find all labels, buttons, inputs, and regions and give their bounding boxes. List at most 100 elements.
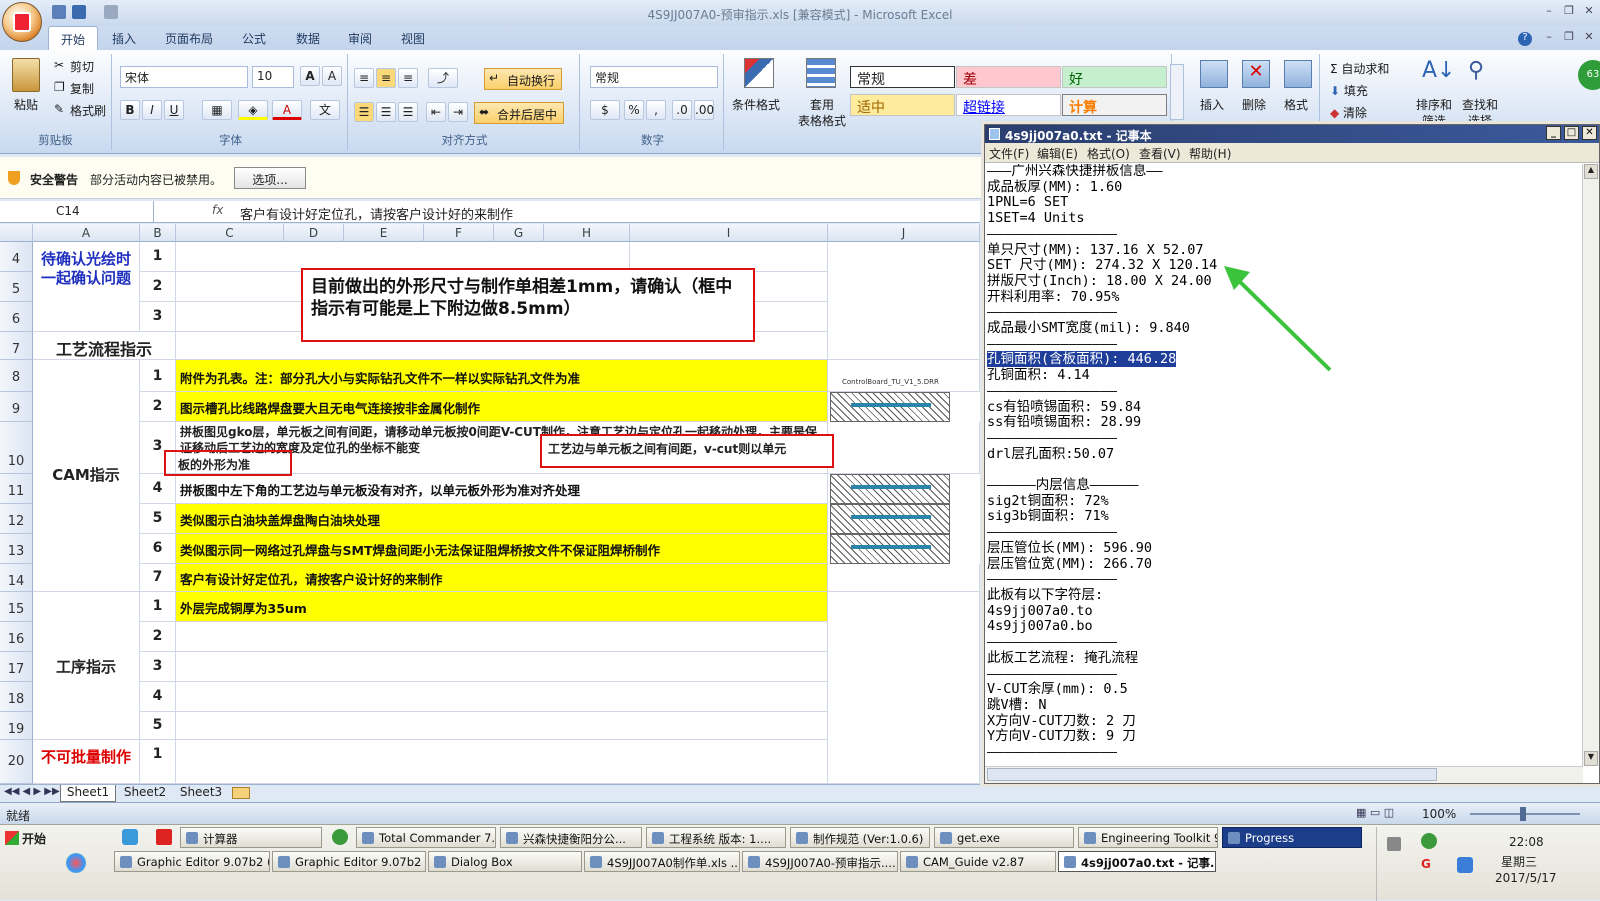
sheet-nav-arrows-icon[interactable]: ◀◀ ◀ ▶ ▶▶: [4, 786, 60, 797]
tab-page-layout[interactable]: 页面布局: [157, 30, 221, 47]
sheet-tab-2[interactable]: Sheet2: [118, 785, 172, 801]
ie-icon[interactable]: [332, 829, 348, 845]
office-button[interactable]: [2, 2, 42, 42]
task-total-commander[interactable]: Total Commander 7.0...: [356, 827, 496, 848]
currency-icon[interactable]: $: [590, 100, 620, 120]
task-graphic-editor-2[interactable]: Graphic Editor 9.07b2 (0...: [272, 851, 426, 872]
attachment-thumbnail[interactable]: [830, 534, 950, 564]
row-header-9[interactable]: 9: [0, 392, 33, 422]
empty-cell[interactable]: [176, 682, 828, 712]
scroll-up-icon[interactable]: ▲: [1584, 164, 1598, 179]
tab-data[interactable]: 数据: [288, 30, 328, 47]
cam-item[interactable]: 类似图示同一网络过孔焊盘与SMT焊盘间距小无法保证阻焊桥按文件不保证阻焊桥制作: [176, 534, 828, 564]
align-center-icon[interactable]: ☰: [376, 102, 396, 122]
quicklaunch-icon[interactable]: [122, 829, 138, 845]
task-excel-make[interactable]: 4S9JJ007A0制作单.xls ...: [584, 851, 740, 872]
close-icon[interactable]: ✕: [1580, 4, 1598, 18]
increase-decimal-icon[interactable]: .0: [672, 100, 692, 120]
task-xingsen[interactable]: 兴森快捷衡阳分公...: [500, 827, 642, 848]
col-header-h[interactable]: H: [544, 224, 630, 242]
attachment-thumbnail[interactable]: [830, 392, 950, 422]
tab-home[interactable]: 开始: [48, 26, 99, 50]
comma-button[interactable]: ,: [646, 100, 666, 120]
font-size-select[interactable]: 10: [252, 66, 294, 88]
num-cell[interactable]: 3: [140, 302, 176, 332]
task-spec[interactable]: 制作规范 (Ver:1.0.6): [790, 827, 930, 848]
row-header-5[interactable]: 5: [0, 272, 33, 302]
note-box[interactable]: 工艺边与单元板之间有间距，v-cut则以单元: [540, 434, 834, 468]
table-format-label-2[interactable]: 表格格式: [798, 112, 846, 129]
np-menu-view[interactable]: 查看(V): [1139, 145, 1181, 162]
keyboard-icon[interactable]: [1387, 837, 1401, 851]
row-header-10[interactable]: 10: [0, 422, 33, 474]
np-minimize-icon[interactable]: _: [1546, 126, 1561, 140]
tab-formulas[interactable]: 公式: [234, 30, 274, 47]
tab-view[interactable]: 视图: [393, 30, 433, 47]
task-excel-review[interactable]: 4S9JJ007A0-预审指示....: [742, 851, 898, 872]
row-header-7[interactable]: 7: [0, 332, 33, 360]
sheet-tab-3[interactable]: Sheet3: [174, 785, 228, 801]
view-buttons-icon[interactable]: ▦ ▭ ◫: [1356, 806, 1416, 822]
row-header-16[interactable]: 16: [0, 622, 33, 652]
num-cell[interactable]: 6: [140, 534, 176, 564]
copy-button[interactable]: ❐ 复制: [54, 80, 94, 97]
zoom-level[interactable]: 100%: [1422, 807, 1456, 821]
tab-review[interactable]: 审阅: [340, 30, 380, 47]
task-get-exe[interactable]: get.exe: [934, 827, 1074, 848]
font-name-select[interactable]: 宋体: [120, 66, 248, 88]
np-menu-file[interactable]: 文件(F): [989, 145, 1029, 162]
number-format-select[interactable]: 常规: [590, 66, 718, 88]
tray-app-icon[interactable]: [1421, 833, 1437, 849]
np-menu-help[interactable]: 帮助(H): [1189, 145, 1231, 162]
np-maximize-icon[interactable]: □: [1564, 126, 1579, 140]
cam-label-cell[interactable]: CAM指示: [33, 360, 140, 592]
cut-button[interactable]: ✂ 剪切: [54, 58, 94, 75]
orientation-icon[interactable]: ⤴: [428, 68, 458, 88]
step-label-cell[interactable]: 工序指示: [33, 592, 140, 740]
task-engineering-system[interactable]: 工程系统 版本: 1....: [646, 827, 786, 848]
ribbon-minimize-icon[interactable]: –: [1540, 30, 1558, 44]
attachment-file[interactable]: ControlBoard_TU_V1_5.DRR: [828, 360, 980, 392]
font-color-icon[interactable]: A: [272, 100, 302, 120]
num-cell[interactable]: 2: [140, 622, 176, 652]
col-header-f[interactable]: F: [424, 224, 494, 242]
tray-s-icon[interactable]: [1457, 857, 1473, 873]
num-cell[interactable]: 1: [140, 592, 176, 622]
merge-center-button[interactable]: ⬌ 合并后居中: [474, 102, 565, 124]
help-icon[interactable]: ?: [1518, 32, 1532, 46]
confirm-label-cell[interactable]: 待确认光绘时一起确认问题: [33, 242, 140, 332]
undo-icon[interactable]: [72, 5, 86, 19]
row-header-4[interactable]: 4: [0, 242, 33, 272]
restore-icon[interactable]: ❐: [1560, 4, 1578, 18]
row-header-14[interactable]: 14: [0, 564, 33, 592]
np-menu-format[interactable]: 格式(O): [1087, 145, 1130, 162]
num-cell[interactable]: 5: [140, 712, 176, 740]
clock-time[interactable]: 22:08: [1509, 835, 1544, 849]
task-engineering-toolkit[interactable]: Engineering Toolkit 9....: [1078, 827, 1218, 848]
task-dialog-box[interactable]: Dialog Box: [428, 851, 582, 872]
style-good[interactable]: 好: [1062, 66, 1167, 88]
h-scroll-thumb[interactable]: [987, 768, 1437, 781]
num-cell[interactable]: 5: [140, 504, 176, 534]
row-header-6[interactable]: 6: [0, 302, 33, 332]
start-button[interactable]: 开始: [2, 827, 50, 849]
style-calc[interactable]: 计算: [1062, 94, 1167, 116]
col-header-j[interactable]: J: [828, 224, 980, 242]
style-hyperlink[interactable]: 超链接: [956, 94, 1061, 116]
redo-icon[interactable]: [104, 5, 118, 19]
grow-font-button[interactable]: A: [300, 66, 320, 86]
empty-cell[interactable]: [828, 564, 980, 592]
border-icon[interactable]: ▦: [202, 100, 232, 120]
paste-icon[interactable]: [12, 58, 40, 92]
row-header-13[interactable]: 13: [0, 534, 33, 564]
ribbon-close-icon[interactable]: ✕: [1580, 30, 1598, 44]
col-header-b[interactable]: B: [140, 224, 176, 242]
styles-scroll[interactable]: [1170, 64, 1184, 120]
task-graphic-editor-1[interactable]: Graphic Editor 9.07b2 (0...: [114, 851, 270, 872]
minimize-icon[interactable]: –: [1540, 4, 1558, 18]
empty-cell[interactable]: [176, 740, 828, 784]
row-header-19[interactable]: 19: [0, 712, 33, 740]
num-cell[interactable]: 4: [140, 474, 176, 504]
task-cam-guide[interactable]: CAM_Guide v2.87: [900, 851, 1056, 872]
cam-item[interactable]: 客户有设计好定位孔，请按客户设计好的来制作: [176, 564, 828, 592]
